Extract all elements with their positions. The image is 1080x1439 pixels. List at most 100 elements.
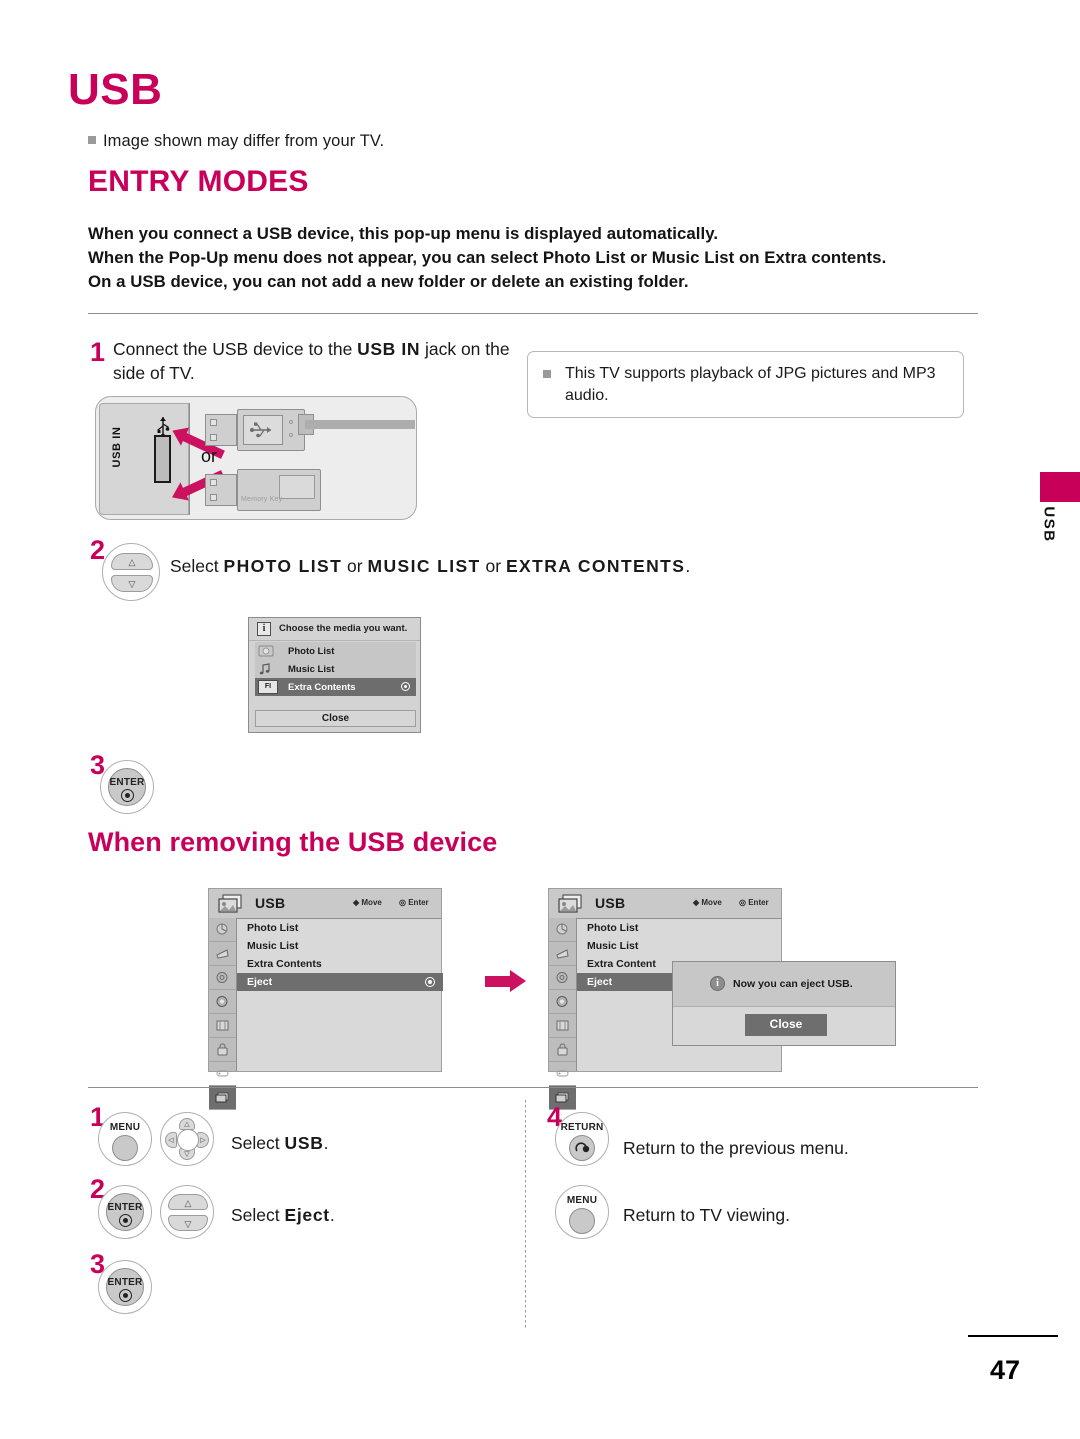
updown-button-ring[interactable]: △ ▽ <box>102 543 160 601</box>
popup-item-extra-contents[interactable]: FI Extra Contents <box>255 678 416 696</box>
usb-symbol-box-icon <box>243 415 283 445</box>
osd-hint-enter-label: Enter <box>408 898 429 907</box>
usb-connection-diagram: USB IN or Memory Key <box>93 393 423 523</box>
osd-item-label: Eject <box>587 976 613 988</box>
step-2-suffix: . <box>685 556 691 576</box>
removal-step-1-suffix: . <box>323 1133 329 1153</box>
popup-close-button[interactable]: Close <box>255 710 416 727</box>
eject-popup-message: Now you can eject USB. <box>733 978 853 990</box>
enter-dot-icon: ◎ <box>739 898 746 907</box>
menu-button[interactable] <box>569 1208 595 1234</box>
chevron-down-icon: ▽ <box>128 579 136 589</box>
down-button[interactable]: ▽ <box>168 1215 208 1231</box>
sidebar-icon-setup[interactable] <box>549 990 576 1014</box>
nav-pad-ring[interactable]: △ ▽ ◁ ▷ <box>160 1112 214 1166</box>
page-title: USB <box>68 65 163 114</box>
step-2-prefix: Select <box>170 556 224 576</box>
enter-button-ring[interactable]: ENTER <box>100 760 154 814</box>
step-2-option-photo-list: PHOTO LIST <box>223 556 343 576</box>
up-button[interactable]: △ <box>111 553 153 570</box>
sidebar-icon-option[interactable] <box>209 1014 236 1038</box>
enter-button[interactable]: ENTER <box>108 768 146 806</box>
chevron-down-icon: ▽ <box>184 1151 190 1158</box>
sidebar-icon-lock[interactable] <box>209 1038 236 1062</box>
up-button[interactable]: △ <box>168 1194 208 1210</box>
osd-item-extra-contents[interactable]: Extra Contents <box>237 955 441 973</box>
enter-button[interactable]: ENTER <box>106 1193 144 1231</box>
sidebar-icon-audio[interactable] <box>549 942 576 966</box>
enter-dot-icon <box>119 1289 132 1302</box>
sidebar-icon-picture[interactable] <box>209 918 236 942</box>
step-2-number: 2 <box>90 535 106 565</box>
plug-contact-square <box>210 479 217 486</box>
sidebar-icon-setup[interactable] <box>209 990 236 1014</box>
removal-section-heading: When removing the USB device <box>88 827 498 857</box>
updown-button-ring[interactable]: △ ▽ <box>160 1185 214 1239</box>
sidebar-icon-time[interactable] <box>549 966 576 990</box>
enter-button-ring[interactable]: ENTER <box>98 1185 152 1239</box>
osd-title: USB <box>255 895 286 911</box>
memory-key-label: Memory Key <box>241 496 283 503</box>
sidebar-icon-input[interactable] <box>209 1062 236 1086</box>
chevron-left-icon: ◁ <box>168 1137 174 1144</box>
return-button-ring[interactable]: RETURN <box>555 1112 609 1166</box>
step-1-text-bold: USB IN <box>357 339 421 359</box>
intro-line-3: On a USB device, you can not add a new f… <box>88 272 689 291</box>
osd-header: USB ◆ Move ◎ Enter <box>209 889 441 919</box>
nav-center-hole <box>177 1129 199 1151</box>
page-root: USB Image shown may differ from your TV.… <box>0 0 1080 1439</box>
return-arrow-icon <box>575 1142 590 1153</box>
memorykey-chip <box>279 475 315 499</box>
enter-button[interactable]: ENTER <box>106 1268 144 1306</box>
step-2-or-1: or <box>342 556 368 576</box>
dpad-icon: ◆ <box>693 898 700 907</box>
step-1-text: Connect the USB device to the USB IN jac… <box>113 338 513 385</box>
step-2-text: Select PHOTO LIST or MUSIC LIST or EXTRA… <box>170 556 690 577</box>
sidebar-icon-option[interactable] <box>549 1014 576 1038</box>
eject-popup-close-button[interactable]: Close <box>745 1014 827 1036</box>
osd-item-label: Music List <box>247 940 299 952</box>
osd-item-music-list[interactable]: Music List <box>577 937 781 955</box>
osd-screen-left: USB ◆ Move ◎ Enter Photo List Music List… <box>208 888 443 1110</box>
enter-button-label: ENTER <box>107 1277 143 1288</box>
step-2-option-music-list: MUSIC LIST <box>367 556 481 576</box>
divider-bottom <box>88 1087 978 1088</box>
eject-confirmation-popup: i Now you can eject USB. Close <box>672 961 896 1046</box>
osd-item-list: Photo List Music List Extra Contents Eje… <box>237 919 443 991</box>
menu-button-label: MENU <box>566 1195 598 1206</box>
tv-panel-edge <box>189 403 190 515</box>
usb-port-slot <box>154 435 171 483</box>
return-button[interactable] <box>569 1135 595 1161</box>
popup-item-photo-list[interactable]: Photo List <box>255 642 416 660</box>
osd-item-photo-list[interactable]: Photo List <box>237 919 441 937</box>
step-1-text-before: Connect the USB device to the <box>113 339 358 359</box>
sidebar-icon-audio[interactable] <box>209 942 236 966</box>
enter-button-ring[interactable]: ENTER <box>98 1260 152 1314</box>
dpad-icon: ◆ <box>353 898 360 907</box>
down-button[interactable]: ▽ <box>111 575 153 592</box>
removal-step-5-text: Return to TV viewing. <box>623 1205 790 1225</box>
popup-item-music-list[interactable]: Music List <box>255 660 416 678</box>
osd-item-music-list[interactable]: Music List <box>237 937 441 955</box>
jpg-mp3-note-box: This TV supports playback of JPG picture… <box>527 351 964 418</box>
osd-title: USB <box>595 895 626 911</box>
menu-button-ring[interactable]: MENU <box>98 1112 152 1166</box>
sidebar-icon-time[interactable] <box>209 966 236 990</box>
osd-header: USB ◆ Move ◎ Enter <box>549 889 781 919</box>
popup-item-label: Photo List <box>288 645 335 657</box>
removal-step-1-text: Select USB. <box>231 1133 328 1154</box>
popup-header: i Choose the media you want. <box>249 618 420 641</box>
osd-item-eject[interactable]: Eject <box>237 973 443 991</box>
removal-step-2-bold: Eject <box>284 1205 330 1225</box>
sidebar-icon-picture[interactable] <box>549 918 576 942</box>
sidebar-icon-usb[interactable] <box>209 1086 236 1110</box>
osd-sidebar <box>209 918 237 1110</box>
sidebar-icon-input[interactable] <box>549 1062 576 1086</box>
menu-button[interactable] <box>112 1135 138 1161</box>
nav-left-button[interactable]: ◁ <box>165 1132 177 1148</box>
osd-item-label: Extra Contents <box>247 958 322 970</box>
usb-menu-icon <box>557 893 587 914</box>
menu-button-ring[interactable]: MENU <box>555 1185 609 1239</box>
osd-item-photo-list[interactable]: Photo List <box>577 919 781 937</box>
sidebar-icon-lock[interactable] <box>549 1038 576 1062</box>
